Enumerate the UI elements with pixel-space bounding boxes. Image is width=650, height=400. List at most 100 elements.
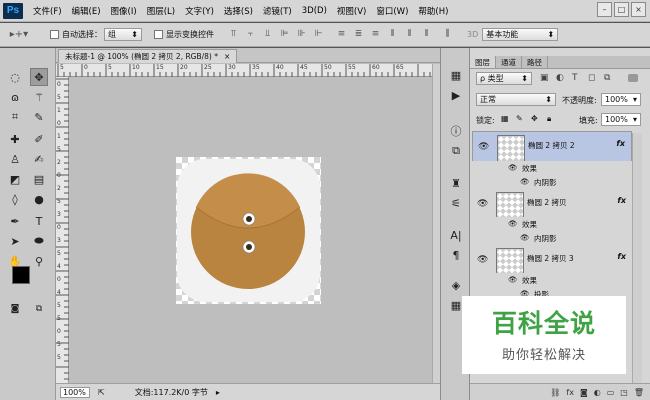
- stamp-icon[interactable]: ♙: [6, 150, 24, 168]
- new-layer-icon[interactable]: ◳: [620, 388, 628, 397]
- status-arrow-icon[interactable]: ▸: [216, 388, 220, 397]
- blend-mode-dropdown[interactable]: 正常 ⬍: [476, 93, 556, 106]
- menu-view[interactable]: 视图(V): [337, 5, 366, 17]
- eraser-icon[interactable]: ◩: [6, 170, 24, 188]
- align-vcenter-icon[interactable]: ⫟: [245, 29, 256, 40]
- auto-select-dropdown[interactable]: 组 ⬍: [104, 28, 142, 41]
- adjustments-panel-icon[interactable]: ⚟: [445, 194, 467, 212]
- zoom-level[interactable]: 100%: [60, 386, 90, 398]
- history-panel-icon[interactable]: ▦: [445, 66, 467, 84]
- foreground-color-swatch[interactable]: [12, 266, 30, 284]
- move-tool-preset-icon[interactable]: ▸+▾: [8, 29, 30, 40]
- new-adjustment-icon[interactable]: ◐: [594, 388, 601, 397]
- filter-pixel-icon[interactable]: ▣: [540, 73, 549, 83]
- healing-icon[interactable]: ✚: [6, 130, 24, 148]
- properties-panel-icon[interactable]: ⧉: [445, 142, 467, 160]
- tab-close-icon[interactable]: ×: [224, 52, 230, 61]
- distribute-right-icon[interactable]: ⦀: [421, 29, 432, 40]
- distribute-top-icon[interactable]: ≡: [336, 29, 347, 40]
- crop-icon[interactable]: ⌗: [6, 108, 24, 126]
- add-mask-icon[interactable]: ◙: [580, 388, 588, 397]
- workspace-dropdown[interactable]: 基本功能 ⬍: [482, 28, 559, 41]
- lock-position-icon[interactable]: ✥: [531, 114, 538, 123]
- filter-smart-icon[interactable]: ⧉: [604, 73, 610, 83]
- screen-mode-icon[interactable]: ⧉: [30, 300, 48, 318]
- align-left-icon[interactable]: ⊫: [279, 29, 290, 40]
- align-bottom-icon[interactable]: ⫫: [262, 29, 273, 40]
- pen-icon[interactable]: ✒: [6, 212, 24, 230]
- layers-scrollbar[interactable]: [632, 133, 642, 383]
- fx-icon[interactable]: fx: [617, 252, 626, 261]
- fill-field[interactable]: 100% ▾: [601, 113, 641, 126]
- blur-icon[interactable]: ◊: [6, 190, 24, 208]
- dodge-icon[interactable]: ●: [30, 190, 48, 208]
- quick-mask-icon[interactable]: ◙: [6, 300, 24, 318]
- filter-shape-icon[interactable]: ◻: [588, 73, 595, 83]
- new-group-icon[interactable]: ▭: [607, 388, 615, 397]
- distribute-hcenter-icon[interactable]: ⦀: [404, 29, 415, 40]
- opacity-field[interactable]: 100% ▾: [601, 93, 641, 106]
- lock-image-icon[interactable]: ✎: [516, 114, 523, 123]
- tab-layers[interactable]: 图层: [470, 56, 496, 68]
- type-icon[interactable]: T: [30, 212, 48, 230]
- menu-image[interactable]: 图像(I): [111, 5, 137, 17]
- align-right-icon[interactable]: ⊩: [313, 29, 324, 40]
- brush-icon[interactable]: ✐: [30, 130, 48, 148]
- move-icon[interactable]: ✥: [30, 68, 48, 86]
- marquee-icon[interactable]: ◌: [6, 68, 24, 86]
- menu-window[interactable]: 窗口(W): [376, 5, 408, 17]
- layer-filter-dropdown[interactable]: ρ 类型 ⬍: [476, 72, 532, 85]
- minimize-button[interactable]: –: [597, 2, 612, 17]
- export-icon[interactable]: ⇱: [98, 388, 105, 397]
- ellipse-icon[interactable]: ⬬: [30, 232, 48, 250]
- distribute-vcenter-icon[interactable]: ≣: [353, 29, 364, 40]
- eye-icon[interactable]: 👁︎: [508, 275, 518, 284]
- menu-type[interactable]: 文字(Y): [185, 5, 214, 17]
- auto-select-checkbox[interactable]: [50, 30, 59, 39]
- 3d-panel-icon[interactable]: ◈: [445, 276, 467, 294]
- delete-layer-icon[interactable]: 🗑︎: [634, 388, 644, 397]
- menu-3d[interactable]: 3D(D): [302, 6, 327, 16]
- document-tab[interactable]: 未标题-1 @ 100% (椭圆 2 拷贝 2, RGB/8) * ×: [58, 49, 238, 63]
- close-button[interactable]: ×: [631, 2, 646, 17]
- menu-help[interactable]: 帮助(H): [418, 5, 448, 17]
- brush-panel-icon[interactable]: ♜: [445, 174, 467, 192]
- show-transform-checkbox[interactable]: [154, 30, 163, 39]
- path-select-icon[interactable]: ➤: [6, 232, 24, 250]
- eye-icon[interactable]: 👁︎: [508, 219, 518, 228]
- visibility-eye-icon[interactable]: 👁︎: [478, 142, 489, 152]
- fx-icon[interactable]: fx: [617, 196, 626, 205]
- menu-edit[interactable]: 编辑(E): [72, 5, 101, 17]
- distribute-left-icon[interactable]: ⦀: [387, 29, 398, 40]
- vertical-scrollbar[interactable]: [432, 64, 440, 383]
- maximize-button[interactable]: □: [614, 2, 629, 17]
- add-style-icon[interactable]: fx: [566, 388, 574, 397]
- auto-align-icon[interactable]: ⫼: [442, 29, 453, 40]
- layer-row[interactable]: 👁︎ 椭圆 2 拷贝 2 fx: [472, 131, 632, 165]
- magic-wand-icon[interactable]: ⚚: [30, 88, 48, 106]
- fx-icon[interactable]: fx: [616, 139, 625, 148]
- menu-select[interactable]: 选择(S): [224, 5, 253, 17]
- menu-file[interactable]: 文件(F): [33, 5, 62, 17]
- zoom-icon[interactable]: ⚲: [30, 252, 48, 270]
- distribute-bottom-icon[interactable]: ≡: [370, 29, 381, 40]
- menu-filter[interactable]: 滤镜(T): [263, 5, 292, 17]
- link-layers-icon[interactable]: ⛓: [550, 388, 560, 397]
- info-panel-icon[interactable]: ⓘ: [445, 122, 467, 140]
- lasso-icon[interactable]: ɷ: [6, 88, 24, 106]
- filter-adjust-icon[interactable]: ◐: [556, 73, 564, 83]
- actions-panel-icon[interactable]: ▶: [445, 86, 467, 104]
- visibility-eye-icon[interactable]: 👁︎: [477, 255, 488, 265]
- lock-transparency-icon[interactable]: ▦: [501, 114, 509, 123]
- history-brush-icon[interactable]: ✍: [30, 150, 48, 168]
- character-panel-icon[interactable]: A|: [445, 226, 467, 244]
- eye-icon[interactable]: 👁︎: [520, 233, 530, 242]
- filter-toggle[interactable]: [628, 74, 638, 82]
- menu-layer[interactable]: 图层(L): [147, 5, 175, 17]
- visibility-eye-icon[interactable]: 👁︎: [477, 199, 488, 209]
- tab-channels[interactable]: 通道: [496, 56, 522, 68]
- document-canvas[interactable]: [176, 157, 321, 304]
- gradient-icon[interactable]: ▤: [30, 170, 48, 188]
- tab-paths[interactable]: 路径: [522, 56, 548, 68]
- align-top-icon[interactable]: ⫪: [228, 29, 239, 40]
